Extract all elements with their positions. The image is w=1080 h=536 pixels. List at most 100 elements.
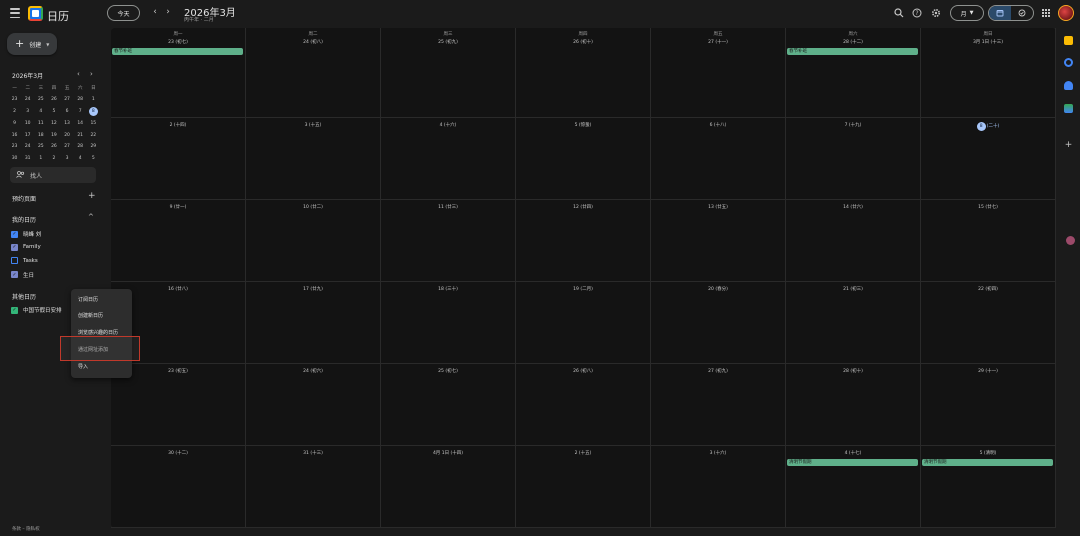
mini-day[interactable]: 26 [47,141,60,153]
maps-icon[interactable] [1064,104,1073,113]
day-number[interactable]: 9 (廿一) [111,204,245,210]
day-number[interactable]: 3月 1日 (十三) [921,39,1055,45]
mini-day[interactable]: 29 [87,141,100,153]
google-apps-icon[interactable] [1042,9,1050,17]
mini-day[interactable]: 23 [8,141,21,153]
day-cell[interactable]: 5 (惊蛰) [516,118,651,200]
mini-prev-icon[interactable]: ‹ [77,70,80,78]
day-cell[interactable]: 周三 25 (初九) [381,28,516,118]
day-number[interactable]: 21 (初三) [786,286,920,292]
day-number[interactable]: 29 (十一) [921,368,1055,374]
mini-day[interactable]: 9 [8,117,21,129]
tasks-view-icon[interactable] [1011,6,1033,20]
day-number[interactable]: 18 (三十) [381,286,515,292]
day-cell[interactable]: 14 (廿六) [786,200,921,282]
day-number[interactable]: 3 (十五) [246,122,380,128]
day-cell[interactable]: 24 (初六) [246,364,381,446]
day-cell[interactable]: 周一 23 (初七) [111,28,246,118]
mini-day[interactable]: 20 [61,129,74,141]
day-number[interactable]: 26 (初十) [516,39,650,45]
day-number[interactable]: 7 (十九) [786,122,920,128]
view-selector[interactable]: 月 ▼ [950,5,984,21]
day-number[interactable]: 2 (十五) [516,450,650,456]
mini-day[interactable]: 31 [21,153,34,165]
mini-day[interactable]: 16 [8,129,21,141]
day-number[interactable]: 2 (十四) [111,122,245,128]
day-number[interactable]: 15 (廿七) [921,204,1055,210]
day-number[interactable]: 5 (惊蛰) [516,122,650,128]
day-number[interactable]: 28 (初十) [786,368,920,374]
day-cell[interactable]: 28 (初十) [786,364,921,446]
add-booking-icon[interactable]: + [88,191,96,201]
day-cell[interactable]: 7 (十九) [786,118,921,200]
prev-month-icon[interactable]: ‹ [150,7,160,19]
day-cell[interactable]: 19 (二月) [516,282,651,364]
calendar-checkbox[interactable]: ✓ [11,230,18,238]
day-number[interactable]: 24 (初六) [246,368,380,374]
collapse-chevron-icon[interactable]: ^ [88,213,94,221]
day-cell[interactable]: 22 (初四) [921,282,1056,364]
mini-day[interactable]: 19 [47,129,60,141]
day-cell[interactable]: 29 (十一) [921,364,1056,446]
day-cell[interactable]: 周五 27 (十一) [651,28,786,118]
day-number[interactable]: 27 (初九) [651,368,785,374]
day-cell[interactable]: 20 (春分) [651,282,786,364]
day-cell[interactable]: 31 (十三) [246,446,381,528]
day-number[interactable]: 11 (廿三) [381,204,515,210]
menu-item[interactable]: 浏览感兴趣的日历 [78,329,118,336]
calendar-checkbox[interactable] [11,257,18,264]
day-number[interactable]: 25 (初九) [381,39,515,45]
menu-item[interactable]: 创建新日历 [78,312,103,319]
search-people-input[interactable]: 找人 [10,167,96,183]
mini-day[interactable]: 15 [87,117,100,129]
next-month-icon[interactable]: › [163,7,173,19]
menu-item[interactable]: 导入 [78,363,88,370]
day-number[interactable]: 14 (廿六) [786,204,920,210]
account-avatar[interactable] [1058,5,1074,21]
day-number[interactable]: 12 (廿四) [516,204,650,210]
mini-next-icon[interactable]: › [90,70,93,78]
day-number[interactable]: 4 (十六) [381,122,515,128]
day-number[interactable]: 10 (廿二) [246,204,380,210]
day-number[interactable]: 17 (廿九) [246,286,380,292]
mini-day[interactable]: 23 [8,94,21,106]
day-cell[interactable]: 周四 26 (初十) [516,28,651,118]
mini-day[interactable]: 25 [34,94,47,106]
day-number[interactable]: 4月 1日 (十四) [381,450,515,456]
mini-day[interactable]: 5 [47,106,60,118]
keep-icon[interactable] [1064,36,1073,45]
day-cell[interactable]: 3 (十五) [246,118,381,200]
search-icon[interactable] [894,8,904,18]
day-number[interactable]: 19 (二月) [516,286,650,292]
day-cell[interactable]: 8 (二十) [921,118,1056,200]
day-cell[interactable]: 2 (十四) [111,118,246,200]
calendar-item[interactable]: Tasks [11,257,38,264]
day-number[interactable]: 4 (十七) [786,450,920,456]
day-number[interactable]: 13 (廿五) [651,204,785,210]
mini-day[interactable]: 22 [87,129,100,141]
contacts-icon[interactable] [1064,81,1073,90]
day-cell[interactable]: 9 (廿一) [111,200,246,282]
day-cell[interactable]: 3 (十六) [651,446,786,528]
day-cell[interactable]: 10 (廿二) [246,200,381,282]
day-cell[interactable]: 26 (初八) [516,364,651,446]
mini-day[interactable]: 28 [74,141,87,153]
event-chip[interactable]: 清明节假期 [787,459,918,466]
calendar-item[interactable]: ✓ 晓峰 刘 [11,230,41,238]
day-cell[interactable]: 12 (廿四) [516,200,651,282]
calendar-checkbox[interactable]: ✓ [11,271,18,278]
mini-day[interactable]: 4 [74,153,87,165]
mini-day[interactable]: 6 [61,106,74,118]
mini-day[interactable]: 13 [61,117,74,129]
day-cell[interactable]: 17 (廿九) [246,282,381,364]
day-number[interactable]: 25 (初七) [381,368,515,374]
day-number[interactable]: 23 (初七) [111,39,245,45]
mini-day[interactable]: 28 [74,94,87,106]
mini-day[interactable]: 27 [61,141,74,153]
day-cell[interactable]: 11 (廿三) [381,200,516,282]
mini-day[interactable]: 26 [47,94,60,106]
event-chip[interactable]: 春节补班 [787,48,918,55]
mini-day[interactable]: 1 [34,153,47,165]
day-cell[interactable]: 周日 3月 1日 (十三) [921,28,1056,118]
day-cell[interactable]: 2 (十五) [516,446,651,528]
